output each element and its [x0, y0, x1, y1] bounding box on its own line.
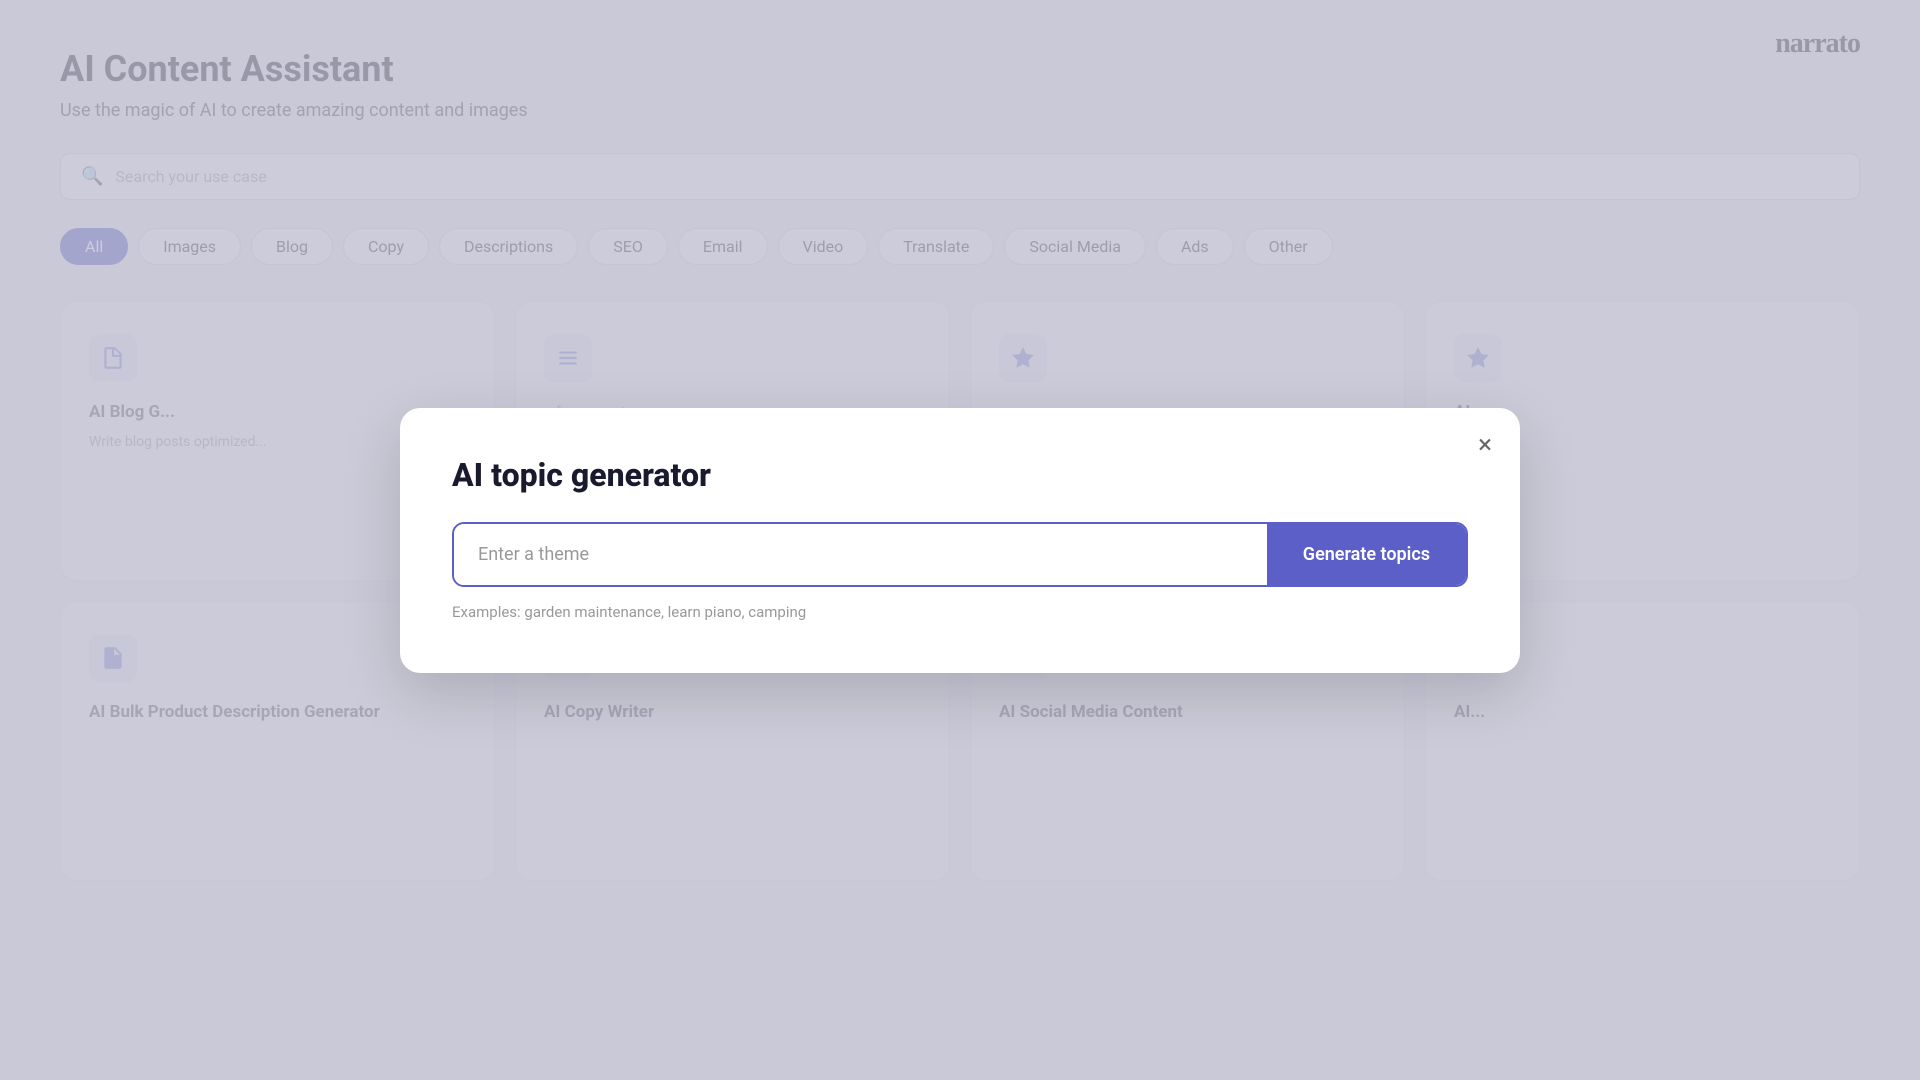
close-button[interactable]: ×: [1478, 432, 1492, 458]
generate-topics-button[interactable]: Generate topics: [1267, 524, 1466, 585]
theme-input[interactable]: [454, 524, 1267, 585]
modal-overlay: × AI topic generator Generate topics Exa…: [0, 0, 1920, 1080]
modal-input-row: Generate topics: [452, 522, 1468, 587]
ai-topic-generator-modal: × AI topic generator Generate topics Exa…: [400, 408, 1520, 673]
examples-text: Examples: garden maintenance, learn pian…: [452, 603, 1468, 621]
modal-title: AI topic generator: [452, 456, 1468, 494]
